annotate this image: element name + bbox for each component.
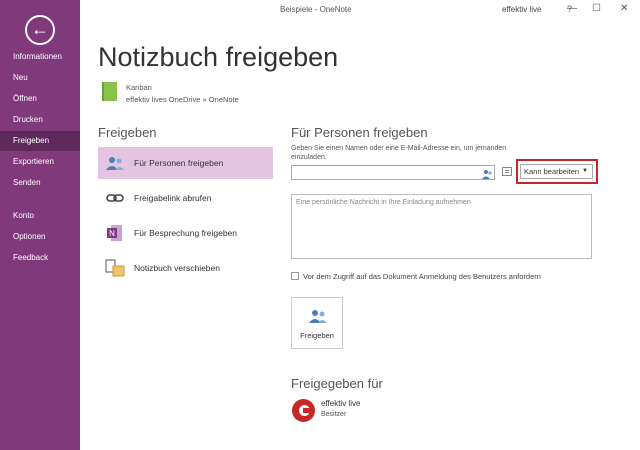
share-with-people-heading: Für Personen freigeben xyxy=(291,125,428,140)
sidebar-item-oeffnen[interactable]: Öffnen xyxy=(0,89,80,109)
page-title: Notizbuch freigeben xyxy=(98,42,339,72)
notebook-name: Kanban xyxy=(126,83,152,92)
sidebar-item-exportieren[interactable]: Exportieren xyxy=(0,152,80,172)
close-button[interactable]: ✕ xyxy=(620,3,628,14)
sidebar-item-feedback[interactable]: Feedback xyxy=(0,248,80,268)
sidebar-item-konto[interactable]: Konto xyxy=(0,206,80,226)
move-notebook-icon xyxy=(104,259,126,277)
option-share-with-people[interactable]: Für Personen freigeben xyxy=(98,147,273,179)
title-bar: Beispiele - OneNote effektiv live ? — ☐ … xyxy=(80,0,640,22)
sidebar-item-freigeben[interactable]: Freigeben xyxy=(0,131,80,151)
option-get-sharing-link[interactable]: Freigabelink abrufen xyxy=(98,182,273,214)
option-label: Freigabelink abrufen xyxy=(134,193,212,203)
window-title: Beispiele - OneNote xyxy=(280,5,352,14)
owner-name: effektiv live xyxy=(321,399,361,408)
minimize-button[interactable]: — xyxy=(567,3,577,14)
people-icon xyxy=(309,308,327,324)
link-icon xyxy=(104,189,126,207)
option-label: Notizbuch verschieben xyxy=(134,263,220,273)
sidebar-item-optionen[interactable]: Optionen xyxy=(0,227,80,247)
option-label: Für Personen freigeben xyxy=(134,158,224,168)
maximize-button[interactable]: ☐ xyxy=(592,3,601,14)
notebook-icon xyxy=(102,82,117,101)
option-share-with-meeting[interactable]: N Für Besprechung freigeben xyxy=(98,217,273,249)
onenote-icon: N xyxy=(104,224,126,242)
backstage-sidebar: ← Informationen Neu Öffnen Drucken Freig… xyxy=(0,0,80,450)
share-button-label: Freigeben xyxy=(300,331,334,340)
option-label: Für Besprechung freigeben xyxy=(134,228,238,238)
option-move-notebook[interactable]: Notizbuch verschieben xyxy=(98,252,273,284)
avatar xyxy=(292,399,315,422)
require-signin-label: Vor dem Zugriff auf das Dokument Anmeldu… xyxy=(303,272,541,281)
share-button[interactable]: Freigeben xyxy=(291,297,343,349)
name-email-input[interactable] xyxy=(291,165,495,180)
account-name[interactable]: effektiv live xyxy=(502,5,541,14)
personal-message-input[interactable]: Eine persönliche Nachricht in Ihre Einla… xyxy=(291,194,592,259)
check-names-icon[interactable] xyxy=(482,167,493,179)
notebook-path: effektiv lives OneDrive » OneNote xyxy=(126,95,239,104)
sidebar-item-drucken[interactable]: Drucken xyxy=(0,110,80,130)
require-signin-checkbox[interactable] xyxy=(291,272,299,280)
chevron-down-icon: ▼ xyxy=(582,168,588,174)
svg-text:N: N xyxy=(109,229,115,238)
share-heading: Freigeben xyxy=(98,125,157,140)
permission-dropdown[interactable]: Kann bearbeiten ▼ xyxy=(520,164,593,179)
sidebar-item-senden[interactable]: Senden xyxy=(0,173,80,193)
address-book-icon[interactable] xyxy=(502,167,512,176)
invite-description: Geben Sie einen Namen oder eine E-Mail-A… xyxy=(291,145,507,161)
people-icon xyxy=(104,154,126,172)
permission-value: Kann bearbeiten xyxy=(524,167,580,176)
sidebar-item-neu[interactable]: Neu xyxy=(0,68,80,88)
shared-with-heading: Freigegeben für xyxy=(291,376,383,391)
owner-role: Besitzer xyxy=(321,411,347,418)
back-arrow-icon[interactable]: ← xyxy=(25,15,55,45)
sidebar-item-informationen[interactable]: Informationen xyxy=(0,47,80,67)
